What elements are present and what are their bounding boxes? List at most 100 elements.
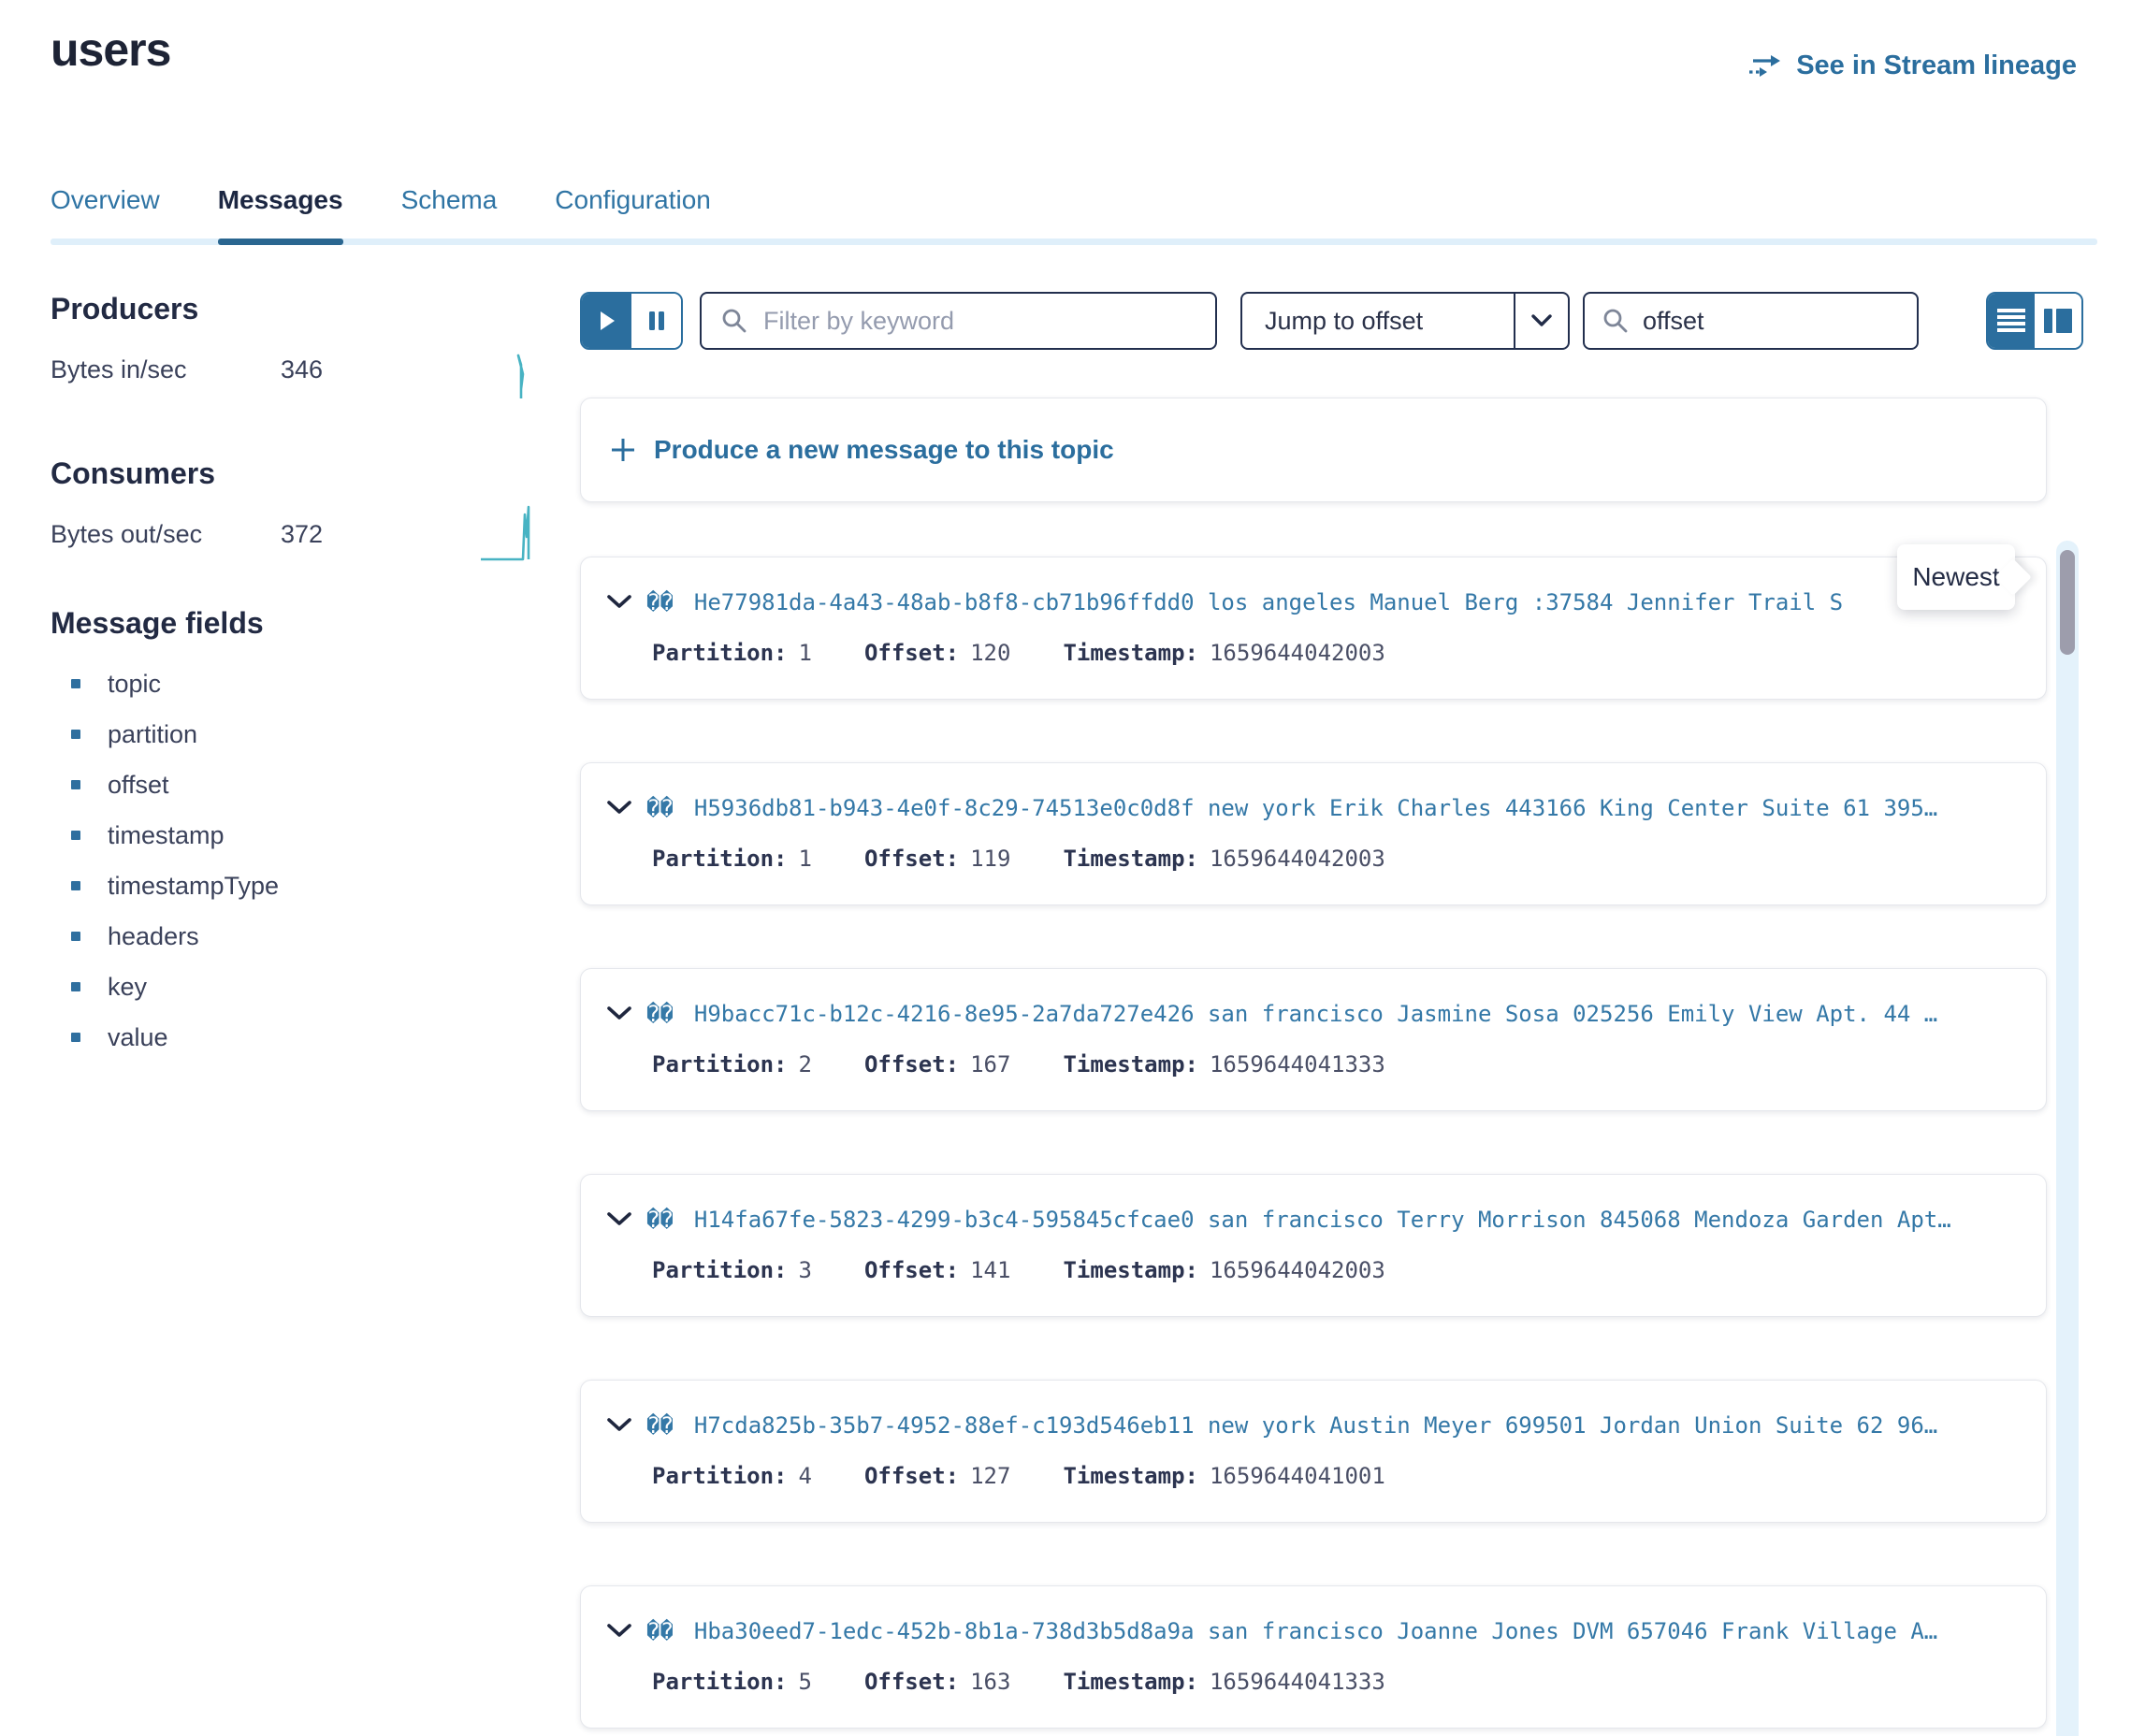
- square-bullet-icon: [71, 982, 80, 991]
- tab-configuration[interactable]: Configuration: [555, 185, 711, 245]
- expand-chevron-icon[interactable]: [607, 801, 631, 816]
- filter-input[interactable]: [761, 306, 1215, 337]
- offset-value: 163: [970, 1669, 1010, 1695]
- expand-chevron-icon[interactable]: [607, 595, 631, 610]
- partition-meta: Partition: 1: [652, 640, 812, 666]
- tab-overview-label: Overview: [51, 185, 160, 214]
- offset-search-field: [1583, 292, 1919, 350]
- field-item-value[interactable]: value: [51, 1012, 574, 1063]
- expand-chevron-icon[interactable]: [607, 1212, 631, 1227]
- offset-label: Offset:: [864, 1257, 959, 1283]
- partition-label: Partition:: [652, 1669, 788, 1695]
- timestamp-value: 1659644042003: [1210, 640, 1385, 666]
- timestamp-label: Timestamp:: [1063, 640, 1198, 666]
- pause-button[interactable]: [631, 294, 681, 348]
- offset-label: Offset:: [864, 1669, 959, 1695]
- list-view-button[interactable]: [1988, 294, 2035, 348]
- message-card: �� H7cda825b-35b7-4952-88ef-c193d546eb11…: [580, 1380, 2047, 1523]
- partition-label: Partition:: [652, 1257, 788, 1283]
- offset-meta: Offset:120: [864, 640, 1011, 666]
- field-item-key[interactable]: key: [51, 962, 574, 1012]
- play-button[interactable]: [582, 294, 631, 348]
- field-label: partition: [108, 720, 197, 749]
- offset-value: 119: [970, 846, 1010, 872]
- tab-messages[interactable]: Messages: [218, 185, 343, 245]
- message-card: �� Hba30eed7-1edc-452b-8b1a-738d3b5d8a9a…: [580, 1585, 2047, 1729]
- timestamp-value: 1659644041333: [1210, 1669, 1385, 1695]
- square-bullet-icon: [71, 730, 80, 739]
- bytes-in-row: Bytes in/sec 346: [51, 355, 574, 384]
- field-item-headers[interactable]: headers: [51, 911, 574, 962]
- square-bullet-icon: [71, 881, 80, 890]
- message-key-glyphs: ��: [646, 795, 674, 821]
- search-icon: [1602, 307, 1630, 335]
- field-item-topic[interactable]: topic: [51, 658, 574, 709]
- offset-meta: Offset:119: [864, 846, 1011, 872]
- timestamp-value: 1659644042003: [1210, 846, 1385, 872]
- message-key-glyphs: ��: [646, 1618, 674, 1644]
- offset-search-input[interactable]: [1641, 306, 1917, 337]
- message-summary[interactable]: H7cda825b-35b7-4952-88ef-c193d546eb11 ne…: [694, 1412, 2023, 1439]
- jump-to-select[interactable]: Jump to offset: [1240, 292, 1570, 350]
- timestamp-value: 1659644041001: [1210, 1463, 1385, 1489]
- offset-meta: Offset:167: [864, 1051, 1011, 1078]
- field-item-partition[interactable]: partition: [51, 709, 574, 760]
- partition-value: 1: [799, 640, 812, 666]
- stream-lineage-label: See in Stream lineage: [1796, 51, 2077, 81]
- offset-label: Offset:: [864, 1463, 959, 1489]
- tab-configuration-label: Configuration: [555, 185, 711, 214]
- partition-meta: Partition:3: [652, 1257, 812, 1283]
- play-icon: [598, 310, 616, 332]
- message-summary[interactable]: He77981da-4a43-48ab-b8f8-cb71b96ffdd0 lo…: [694, 589, 2023, 615]
- field-label: value: [108, 1023, 168, 1052]
- partition-label: Partition:: [652, 1463, 788, 1489]
- offset-value: 141: [970, 1257, 1010, 1283]
- timestamp-meta: Timestamp:1659644042003: [1063, 1257, 1384, 1283]
- message-card: �� H14fa67fe-5823-4299-b3c4-595845cfcae0…: [580, 1174, 2047, 1317]
- timestamp-label: Timestamp:: [1063, 1463, 1198, 1489]
- consumers-heading: Consumers: [51, 456, 215, 491]
- tab-schema[interactable]: Schema: [401, 185, 498, 245]
- produce-message-label: Produce a new message to this topic: [654, 435, 1114, 465]
- bytes-in-label: Bytes in/sec: [51, 355, 187, 383]
- message-card: �� He77981da-4a43-48ab-b8f8-cb71b96ffdd0…: [580, 557, 2047, 700]
- message-card: �� H9bacc71c-b12c-4216-8e95-2a7da727e426…: [580, 968, 2047, 1111]
- stream-lineage-link[interactable]: See in Stream lineage: [1747, 51, 2077, 81]
- timestamp-label: Timestamp:: [1063, 1669, 1198, 1695]
- chevron-down-icon[interactable]: [1515, 314, 1568, 327]
- messages-toolbar: Jump to offset: [580, 292, 2083, 352]
- expand-chevron-icon[interactable]: [607, 1418, 631, 1433]
- message-list-scrollbar-thumb[interactable]: [2060, 550, 2075, 655]
- field-item-timestampType[interactable]: timestampType: [51, 861, 574, 911]
- message-list-scrollbar-track[interactable]: [2056, 541, 2079, 1736]
- tab-underline-track: [51, 239, 2097, 245]
- bytes-out-value: 372: [281, 520, 323, 549]
- message-summary[interactable]: H14fa67fe-5823-4299-b3c4-595845cfcae0 sa…: [694, 1207, 2023, 1233]
- partition-label: Partition:: [652, 1051, 788, 1078]
- offset-value: 167: [970, 1051, 1010, 1078]
- field-item-offset[interactable]: offset: [51, 760, 574, 810]
- expand-chevron-icon[interactable]: [607, 1006, 631, 1021]
- field-item-timestamp[interactable]: timestamp: [51, 810, 574, 861]
- offset-label: Offset:: [864, 640, 959, 666]
- message-summary[interactable]: H9bacc71c-b12c-4216-8e95-2a7da727e426 sa…: [694, 1001, 2023, 1027]
- partition-meta: Partition:4: [652, 1463, 812, 1489]
- timestamp-label: Timestamp:: [1063, 1051, 1198, 1078]
- partition-value: 2: [799, 1051, 812, 1078]
- view-mode-toggle: [1986, 292, 2083, 350]
- live-consume-toggle: [580, 292, 683, 350]
- offset-meta: Offset: 163: [864, 1669, 1011, 1695]
- expand-chevron-icon[interactable]: [607, 1624, 631, 1639]
- message-summary[interactable]: H5936db81-b943-4e0f-8c29-74513e0c0d8f ne…: [694, 795, 2023, 821]
- field-label: key: [108, 973, 147, 1002]
- split-view-button[interactable]: [2035, 294, 2081, 348]
- partition-meta: Partition:5: [652, 1669, 812, 1695]
- field-label: topic: [108, 670, 161, 699]
- message-summary[interactable]: Hba30eed7-1edc-452b-8b1a-738d3b5d8a9a sa…: [694, 1618, 2023, 1644]
- partition-label: Partition:: [652, 640, 788, 666]
- topic-stats-sidebar: Producers Bytes in/sec 346 Consumers Byt…: [51, 292, 574, 1096]
- tab-overview[interactable]: Overview: [51, 185, 160, 245]
- offset-meta: Offset:127: [864, 1463, 1011, 1489]
- list-view-icon: [1997, 309, 2025, 333]
- produce-message-button[interactable]: Produce a new message to this topic: [580, 398, 2047, 502]
